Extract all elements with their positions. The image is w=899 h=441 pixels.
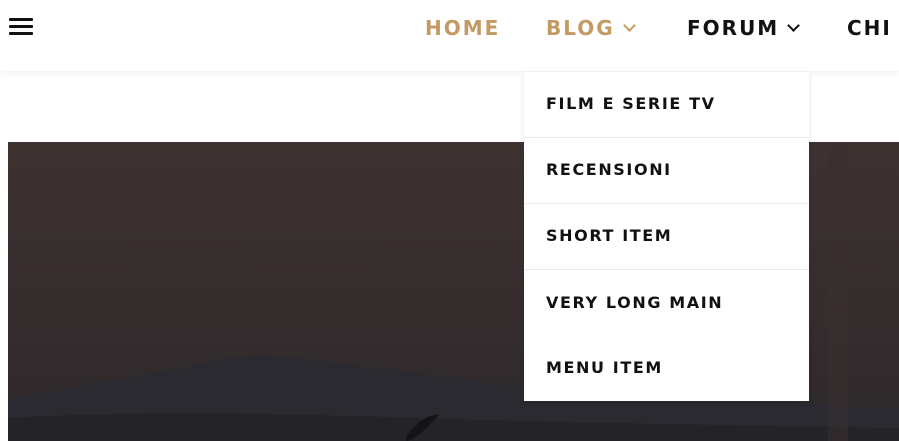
nav-item-blog[interactable]: BLOG <box>546 14 636 42</box>
nav-item-home[interactable]: HOME <box>425 14 500 42</box>
nav-label: HOME <box>425 16 501 40</box>
hamburger-line <box>9 18 33 21</box>
dropdown-item-label: VERY LONG MAIN MENU ITEM <box>546 293 724 377</box>
dropdown-item-film-e-serie-tv[interactable]: FILM E SERIE TV <box>524 72 809 138</box>
dropdown-item-short-item[interactable]: SHORT ITEM <box>524 204 809 270</box>
hamburger-line <box>9 32 33 35</box>
site-header: HOME BLOG FORUM CHI S <box>0 0 899 71</box>
dropdown-item-very-long-main-menu-item[interactable]: VERY LONG MAIN MENU ITEM <box>524 270 809 401</box>
nav-label: CHI S <box>847 16 899 40</box>
dropdown-item-label: RECENSIONI <box>546 160 672 179</box>
nav-label: FORUM <box>687 16 780 40</box>
blog-dropdown-menu: FILM E SERIE TV RECENSIONI SHORT ITEM VE… <box>524 72 809 401</box>
dropdown-item-label: SHORT ITEM <box>546 226 673 245</box>
nav-label: BLOG <box>546 16 615 40</box>
chevron-down-icon <box>787 19 801 32</box>
nav-item-chi-siamo[interactable]: CHI S <box>847 14 899 42</box>
hamburger-menu-icon[interactable] <box>9 18 33 36</box>
dropdown-item-recensioni[interactable]: RECENSIONI <box>524 138 809 204</box>
chevron-down-icon <box>622 19 636 32</box>
hero-pole <box>828 142 848 441</box>
dropdown-item-label: FILM E SERIE TV <box>546 94 716 113</box>
nav-item-forum[interactable]: FORUM <box>687 14 801 42</box>
hamburger-line <box>9 25 33 28</box>
